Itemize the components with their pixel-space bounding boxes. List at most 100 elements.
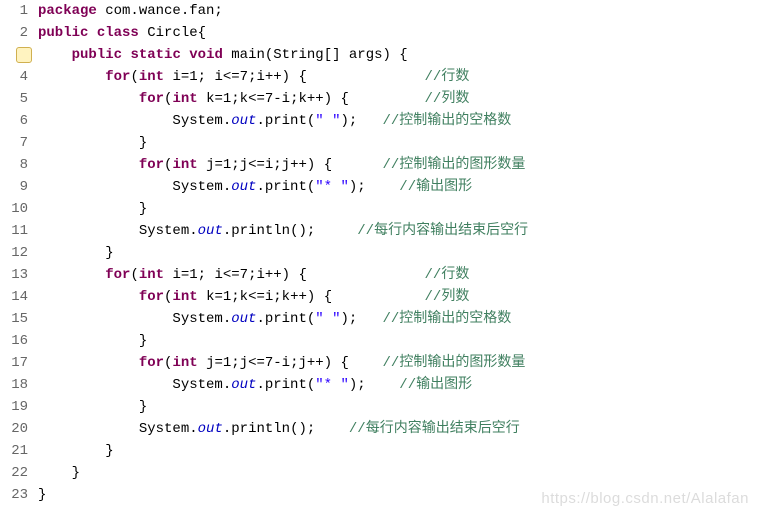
token-plain: } <box>105 245 113 261</box>
token-cmt: //每行内容输出结束后空行 <box>357 223 528 239</box>
token-plain: Circle{ <box>139 25 206 41</box>
token-fld: out <box>231 311 256 327</box>
code-line[interactable]: 9 System.out.print("* "); //输出图形 <box>0 176 761 198</box>
token-cmt: //控制输出的图形数量 <box>383 355 526 371</box>
line-number: 22 <box>0 462 34 484</box>
code-content[interactable]: for(int j=1;j<=7-i;j++) { //控制输出的图形数量 <box>34 352 525 374</box>
code-line[interactable]: 5 for(int k=1;k<=7-i;k++) { //列数 <box>0 88 761 110</box>
token-kw: for <box>105 69 130 85</box>
token-fld: out <box>198 421 223 437</box>
token-kw: static <box>130 47 180 63</box>
code-content[interactable]: package com.wance.fan; <box>34 0 223 22</box>
token-plain: ( <box>130 267 138 283</box>
token-kw: public <box>72 47 122 63</box>
token-plain: } <box>139 333 147 349</box>
token-plain <box>88 25 96 41</box>
token-plain: .println(); <box>223 223 357 239</box>
line-number <box>0 44 34 66</box>
code-line[interactable]: 12 } <box>0 242 761 264</box>
code-content[interactable]: System.out.print(" "); //控制输出的空格数 <box>34 308 511 330</box>
token-kw: int <box>139 267 164 283</box>
token-cmt: //控制输出的空格数 <box>383 311 512 327</box>
line-number: 2 <box>0 22 34 44</box>
code-line[interactable]: public static void main(String[] args) { <box>0 44 761 66</box>
token-kw: public <box>38 25 88 41</box>
code-content[interactable]: System.out.println(); //每行内容输出结束后空行 <box>34 220 528 242</box>
code-content[interactable]: } <box>34 198 147 220</box>
line-number: 1 <box>0 0 34 22</box>
code-editor[interactable]: 1package com.wance.fan;2public class Cir… <box>0 0 761 506</box>
code-content[interactable]: for(int k=1;k<=i;k++) { //列数 <box>34 286 469 308</box>
code-content[interactable]: for(int i=1; i<=7;i++) { //行数 <box>34 66 469 88</box>
code-line[interactable]: 19 } <box>0 396 761 418</box>
line-number: 4 <box>0 66 34 88</box>
code-line[interactable]: 1package com.wance.fan; <box>0 0 761 22</box>
line-number: 6 <box>0 110 34 132</box>
code-line[interactable]: 15 System.out.print(" "); //控制输出的空格数 <box>0 308 761 330</box>
token-kw: int <box>172 91 197 107</box>
code-line[interactable]: 10 } <box>0 198 761 220</box>
code-content[interactable]: } <box>34 132 147 154</box>
token-plain: k=1;k<=7-i;k++) { <box>198 91 425 107</box>
code-content[interactable]: } <box>34 484 46 506</box>
code-content[interactable]: public class Circle{ <box>34 22 206 44</box>
token-plain: } <box>105 443 113 459</box>
code-line[interactable]: 13 for(int i=1; i<=7;i++) { //行数 <box>0 264 761 286</box>
token-kw: for <box>139 289 164 305</box>
token-str: "* " <box>315 377 349 393</box>
token-cmt: //列数 <box>425 289 470 305</box>
token-fld: out <box>231 113 256 129</box>
code-line[interactable]: 11 System.out.println(); //每行内容输出结束后空行 <box>0 220 761 242</box>
token-plain: k=1;k<=i;k++) { <box>198 289 425 305</box>
line-number: 18 <box>0 374 34 396</box>
code-content[interactable]: for(int j=1;j<=i;j++) { //控制输出的图形数量 <box>34 154 525 176</box>
code-content[interactable]: } <box>34 242 114 264</box>
code-content[interactable]: for(int k=1;k<=7-i;k++) { //列数 <box>34 88 469 110</box>
token-plain: j=1;j<=7-i;j++) { <box>198 355 383 371</box>
token-plain: ); <box>340 113 382 129</box>
code-content[interactable]: public static void main(String[] args) { <box>34 44 408 66</box>
token-str: "* " <box>315 179 349 195</box>
code-content[interactable]: System.out.print(" "); //控制输出的空格数 <box>34 110 511 132</box>
code-line[interactable]: 7 } <box>0 132 761 154</box>
code-line[interactable]: 4 for(int i=1; i<=7;i++) { //行数 <box>0 66 761 88</box>
token-plain: .print( <box>256 311 315 327</box>
token-fld: out <box>231 179 256 195</box>
token-plain: .print( <box>256 113 315 129</box>
token-plain: System. <box>172 179 231 195</box>
code-line[interactable]: 6 System.out.print(" "); //控制输出的空格数 <box>0 110 761 132</box>
token-kw: int <box>172 289 197 305</box>
token-plain: .print( <box>256 179 315 195</box>
token-plain: i=1; i<=7;i++) { <box>164 267 424 283</box>
code-content[interactable]: for(int i=1; i<=7;i++) { //行数 <box>34 264 469 286</box>
token-plain: ); <box>349 179 399 195</box>
token-plain: } <box>139 135 147 151</box>
line-number: 12 <box>0 242 34 264</box>
token-plain: } <box>139 201 147 217</box>
code-line[interactable]: 14 for(int k=1;k<=i;k++) { //列数 <box>0 286 761 308</box>
line-number: 15 <box>0 308 34 330</box>
code-line[interactable]: 18 System.out.print("* "); //输出图形 <box>0 374 761 396</box>
line-number: 14 <box>0 286 34 308</box>
code-content[interactable]: System.out.print("* "); //输出图形 <box>34 176 472 198</box>
code-line[interactable]: 8 for(int j=1;j<=i;j++) { //控制输出的图形数量 <box>0 154 761 176</box>
code-content[interactable]: System.out.print("* "); //输出图形 <box>34 374 472 396</box>
code-content[interactable]: } <box>34 330 147 352</box>
code-line[interactable]: 20 System.out.println(); //每行内容输出结束后空行 <box>0 418 761 440</box>
code-line[interactable]: 21 } <box>0 440 761 462</box>
code-content[interactable]: } <box>34 440 114 462</box>
code-line[interactable]: 16 } <box>0 330 761 352</box>
token-kw: int <box>139 69 164 85</box>
code-line[interactable]: 22 } <box>0 462 761 484</box>
code-content[interactable]: } <box>34 396 147 418</box>
quickfix-icon[interactable] <box>16 47 32 63</box>
line-number: 23 <box>0 484 34 506</box>
code-content[interactable]: } <box>34 462 80 484</box>
token-plain: i=1; i<=7;i++) { <box>164 69 424 85</box>
token-str: " " <box>315 113 340 129</box>
token-plain: System. <box>172 113 231 129</box>
code-content[interactable]: System.out.println(); //每行内容输出结束后空行 <box>34 418 520 440</box>
code-line[interactable]: 2public class Circle{ <box>0 22 761 44</box>
token-fld: out <box>198 223 223 239</box>
code-line[interactable]: 17 for(int j=1;j<=7-i;j++) { //控制输出的图形数量 <box>0 352 761 374</box>
